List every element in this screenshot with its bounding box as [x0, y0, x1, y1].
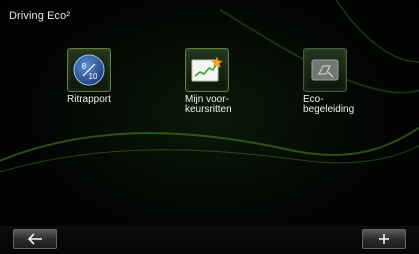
trip-report-badge-top: 8	[82, 62, 87, 71]
tile-ritrapport-frame: 8 10	[67, 48, 111, 92]
driving-eco-screen: Driving Eco² 8 10 Ritrapport Mijn voor- …	[0, 0, 419, 254]
tile-voorkeursritten-frame	[185, 48, 229, 92]
background-swoosh	[0, 0, 419, 173]
add-button[interactable]	[362, 229, 406, 249]
tile-eco-begeleiding[interactable]: Eco- begeleiding	[303, 48, 373, 115]
eco-coaching-icon	[311, 59, 339, 81]
bottom-bar	[0, 226, 419, 254]
tile-eco-begeleiding-label: Eco- begeleiding	[303, 94, 355, 115]
tile-ritrapport[interactable]: 8 10 Ritrapport	[67, 48, 137, 105]
back-arrow-icon	[27, 233, 42, 245]
tile-ritrapport-label: Ritrapport	[67, 94, 111, 105]
trip-report-icon: 8 10	[73, 54, 105, 86]
favorite-trips-icon	[191, 56, 223, 82]
tile-mijn-voorkeursritten[interactable]: Mijn voor- keursritten	[185, 48, 255, 115]
trip-report-badge-bottom: 10	[89, 72, 98, 81]
plus-icon	[379, 234, 389, 244]
screen-title: Driving Eco²	[9, 10, 71, 22]
tile-eco-begeleiding-frame	[303, 48, 347, 92]
tile-voorkeursritten-label: Mijn voor- keursritten	[185, 94, 232, 115]
back-button[interactable]	[13, 229, 57, 249]
